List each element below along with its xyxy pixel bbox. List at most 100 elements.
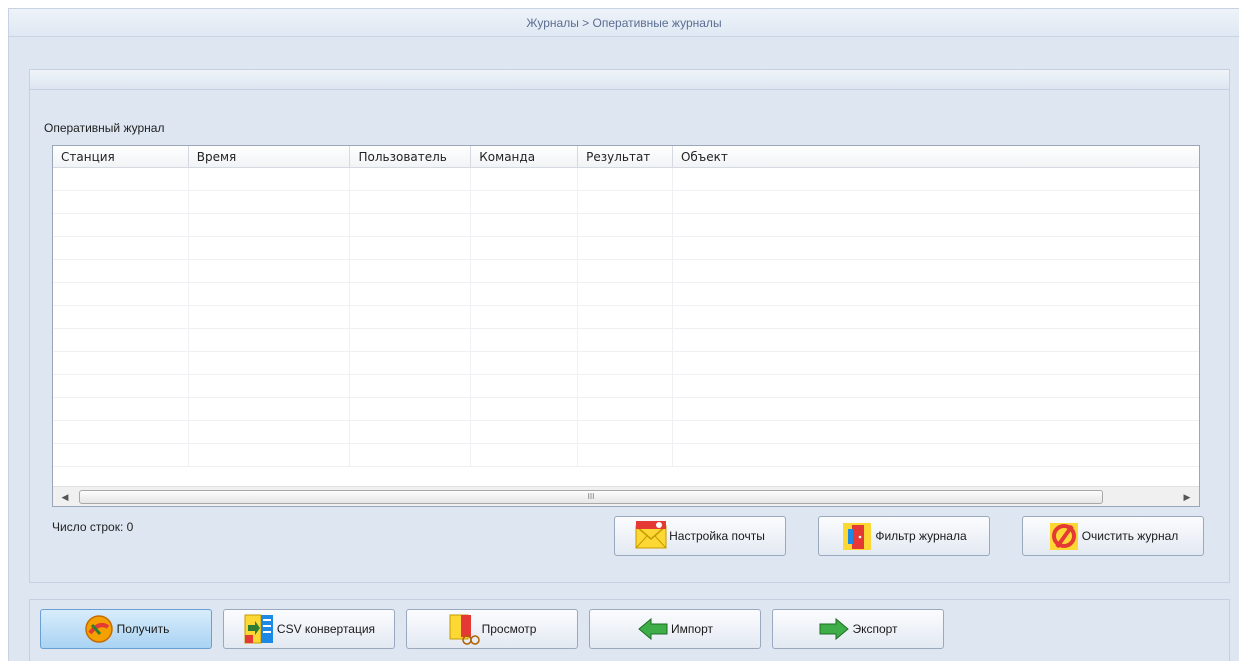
table-cell [350, 260, 472, 282]
table-cell [189, 214, 351, 236]
table-cell [189, 283, 351, 305]
column-header-result[interactable]: Результат [578, 146, 673, 168]
table-cell [578, 375, 673, 397]
table-cell [350, 421, 472, 443]
panel-header [30, 70, 1229, 90]
empty-table-row [53, 329, 1199, 352]
table-cell [350, 191, 472, 213]
table-cell [53, 237, 189, 259]
table-cell [578, 283, 673, 305]
table-cell [350, 375, 472, 397]
empty-table-row [53, 421, 1199, 444]
table-cell [471, 168, 579, 190]
export-button[interactable]: Экспорт [772, 609, 944, 649]
clear-journal-label: Очистить журнал [1081, 529, 1179, 543]
column-header-station[interactable]: Станция [53, 146, 189, 168]
journal-group-label: Оперативный журнал [44, 121, 165, 135]
get-button[interactable]: Получить [40, 609, 212, 649]
table-cell [189, 191, 351, 213]
table-cell [53, 375, 189, 397]
column-header-command[interactable]: Команда [471, 146, 579, 168]
clear-forbidden-icon [1049, 523, 1078, 550]
csv-convert-icon [244, 614, 273, 644]
column-header-time[interactable]: Время [189, 146, 351, 168]
export-label: Экспорт [852, 622, 898, 636]
retrieve-icon [84, 615, 113, 643]
table-cell [673, 329, 1199, 351]
table-header: Станция Время Пользователь Команда Резул… [53, 146, 1199, 168]
table-cell [189, 398, 351, 420]
table-cell [673, 214, 1199, 236]
table-cell [350, 352, 472, 374]
view-label: Просмотр [481, 622, 537, 636]
table-cell [53, 329, 189, 351]
journal-table[interactable]: Станция Время Пользователь Команда Резул… [52, 145, 1200, 507]
table-cell [53, 214, 189, 236]
table-cell [53, 421, 189, 443]
empty-table-row [53, 237, 1199, 260]
table-cell [673, 398, 1199, 420]
empty-table-row [53, 352, 1199, 375]
table-cell [53, 191, 189, 213]
table-cell [189, 260, 351, 282]
table-cell [471, 306, 579, 328]
row-count: Число строк: 0 [52, 520, 134, 534]
table-cell [350, 237, 472, 259]
view-button[interactable]: Просмотр [406, 609, 578, 649]
column-header-object[interactable]: Объект [673, 146, 1199, 168]
table-cell [350, 283, 472, 305]
table-body [53, 168, 1199, 478]
table-cell [189, 352, 351, 374]
table-cell [578, 191, 673, 213]
scroll-thumb[interactable]: III [79, 490, 1103, 504]
empty-table-row [53, 444, 1199, 467]
scroll-right-icon[interactable]: ▶ [1179, 489, 1195, 505]
table-cell [350, 214, 472, 236]
empty-table-row [53, 168, 1199, 191]
mail-settings-icon [635, 521, 667, 549]
table-cell [189, 329, 351, 351]
mail-settings-label: Настройка почты [669, 529, 765, 543]
import-button[interactable]: Импорт [589, 609, 761, 649]
table-cell [673, 191, 1199, 213]
breadcrumb: Журналы > Оперативные журналы [9, 9, 1239, 37]
table-cell [53, 444, 189, 466]
table-cell [673, 306, 1199, 328]
table-cell [189, 444, 351, 466]
journal-filter-label: Фильтр журнала [875, 529, 967, 543]
table-cell [673, 168, 1199, 190]
table-cell [578, 260, 673, 282]
horizontal-scrollbar[interactable]: ◀ III ▶ [53, 486, 1199, 506]
table-cell [471, 375, 579, 397]
table-cell [578, 352, 673, 374]
import-label: Импорт [671, 622, 713, 636]
table-cell [189, 168, 351, 190]
table-cell [471, 260, 579, 282]
clear-journal-button[interactable]: Очистить журнал [1022, 516, 1204, 556]
table-cell [471, 444, 579, 466]
table-cell [189, 237, 351, 259]
table-cell [673, 444, 1199, 466]
empty-table-row [53, 375, 1199, 398]
table-cell [350, 168, 472, 190]
table-cell [350, 329, 472, 351]
table-cell [53, 306, 189, 328]
table-cell [578, 444, 673, 466]
mail-settings-button[interactable]: Настройка почты [614, 516, 786, 556]
journal-filter-button[interactable]: Фильтр журнала [818, 516, 990, 556]
table-cell [350, 444, 472, 466]
scroll-left-icon[interactable]: ◀ [57, 489, 73, 505]
preview-icon [449, 614, 480, 645]
table-cell [578, 329, 673, 351]
empty-table-row [53, 306, 1199, 329]
table-cell [578, 214, 673, 236]
table-cell [189, 375, 351, 397]
table-cell [471, 214, 579, 236]
filter-door-icon [843, 523, 872, 550]
empty-table-row [53, 283, 1199, 306]
table-cell [471, 352, 579, 374]
empty-table-row [53, 191, 1199, 214]
column-header-user[interactable]: Пользователь [350, 146, 472, 168]
csv-convert-button[interactable]: CSV конвертация [223, 609, 395, 649]
table-cell [673, 375, 1199, 397]
